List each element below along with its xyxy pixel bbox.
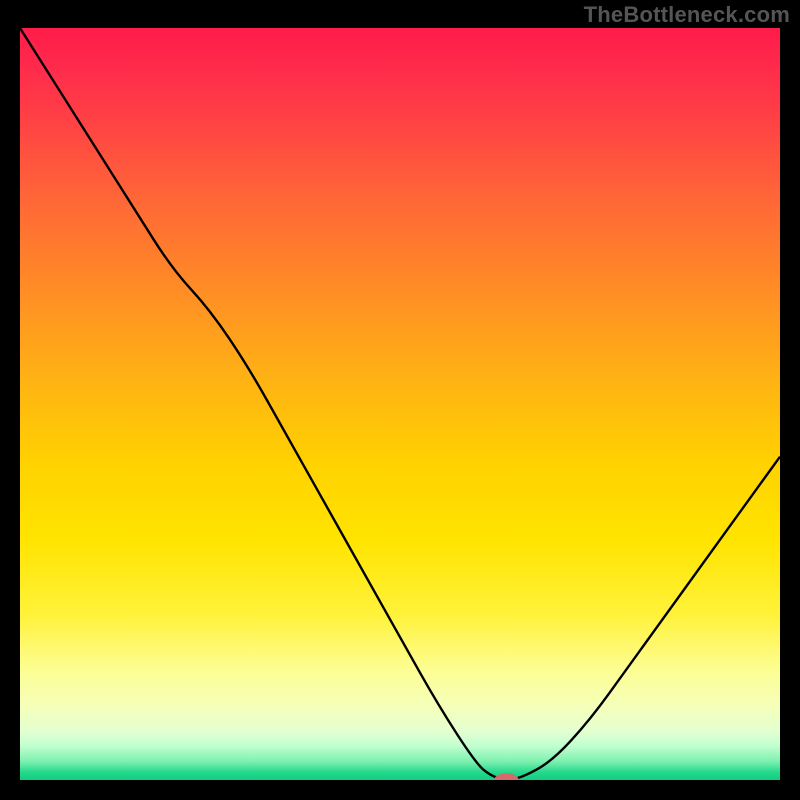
- chart-svg: [20, 28, 780, 780]
- watermark-text: TheBottleneck.com: [584, 2, 790, 28]
- gradient-background: [20, 28, 780, 780]
- plot-area: [20, 28, 780, 780]
- chart-root: TheBottleneck.com: [0, 0, 800, 800]
